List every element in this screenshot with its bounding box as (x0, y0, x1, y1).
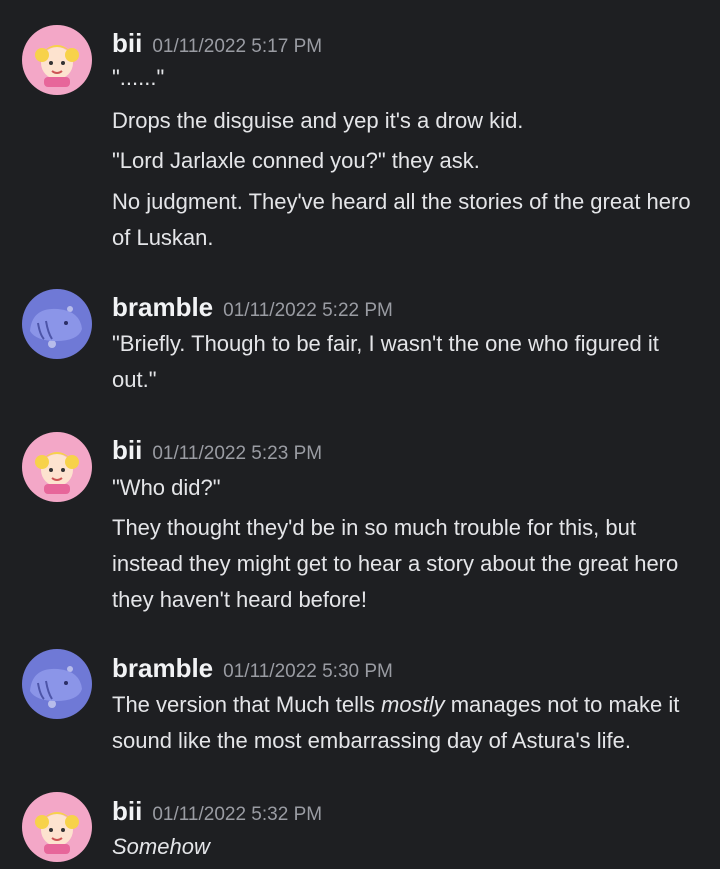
bramble-avatar-icon[interactable] (22, 289, 92, 359)
author-name[interactable]: bii (112, 28, 142, 58)
bii-avatar-icon[interactable] (22, 25, 92, 95)
message-text: "......" (112, 65, 165, 90)
author-name[interactable]: bii (112, 796, 142, 826)
message-text: Somehow (112, 834, 210, 859)
message-text: Drops the disguise and yep it's a drow k… (112, 108, 524, 133)
bii-avatar-icon[interactable] (22, 432, 92, 502)
message-text-emphasis: mostly (381, 692, 445, 717)
author-name[interactable]: bramble (112, 653, 213, 683)
message-text: No judgment. They've heard all the stori… (112, 189, 691, 250)
message-text: "Who did?" (112, 475, 221, 500)
message-text: The version that Much tells mostly manag… (112, 687, 702, 759)
timestamp: 01/11/2022 5:30 PM (223, 661, 393, 682)
message-text: "Lord Jarlaxle conned you?" they ask. (112, 148, 480, 173)
author-name[interactable]: bii (112, 435, 142, 465)
message-text-part: The version that Much tells (112, 692, 382, 717)
timestamp: 01/11/2022 5:32 PM (152, 804, 323, 825)
timestamp: 01/11/2022 5:17 PM (152, 36, 323, 57)
author-name[interactable]: bramble (112, 292, 213, 322)
bii-avatar-icon[interactable] (22, 792, 92, 862)
timestamp: 01/11/2022 5:23 PM (152, 443, 323, 464)
message-text: They thought they'd be in so much troubl… (112, 515, 679, 612)
timestamp: 01/11/2022 5:22 PM (223, 300, 393, 321)
message-text: "Briefly. Though to be fair, I wasn't th… (112, 331, 659, 392)
bramble-avatar-icon[interactable] (22, 649, 92, 719)
